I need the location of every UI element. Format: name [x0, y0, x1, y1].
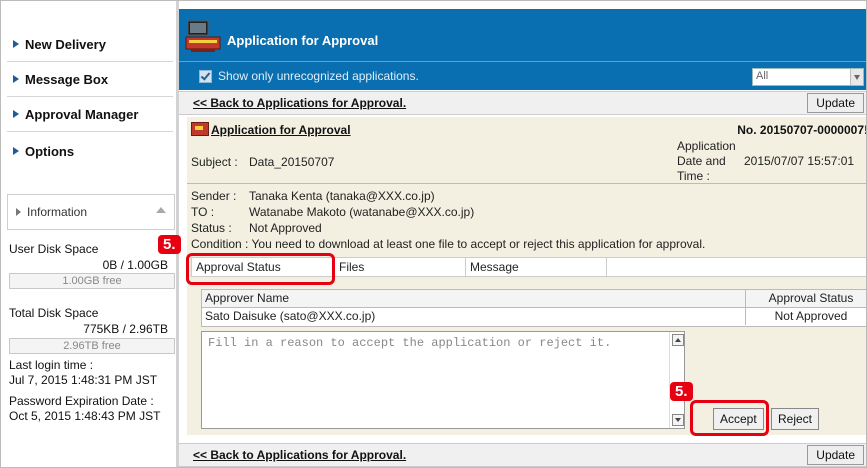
application-title-link[interactable]: Application for Approval	[211, 123, 351, 137]
scroll-down-icon[interactable]	[672, 414, 684, 426]
user-disk-label: User Disk Space	[9, 242, 99, 256]
total-disk-value: 775KB / 2.96TB	[83, 322, 168, 336]
approver-table: Approver Name Approval Status Sato Daisu…	[201, 289, 866, 327]
information-header[interactable]: Information	[7, 194, 175, 230]
page-header: Application for Approval	[179, 9, 866, 61]
total-disk-free-bar: 2.96TB free	[9, 338, 175, 354]
triangle-right-icon	[13, 147, 19, 155]
table-header-row: Approver Name Approval Status	[202, 290, 866, 308]
date-label-3: Time :	[677, 169, 710, 183]
sidebar-item-approval-manager[interactable]: Approval Manager	[7, 97, 173, 132]
sender-value: Tanaka Kenta (tanaka@XXX.co.jp)	[249, 189, 435, 203]
total-disk-label: Total Disk Space	[9, 306, 99, 320]
sidebar-item-label: Approval Manager	[25, 106, 139, 122]
update-button[interactable]: Update	[807, 445, 864, 465]
last-login-label: Last login time :	[9, 358, 94, 372]
triangle-right-icon	[13, 75, 19, 83]
sidebar-item-label: Options	[25, 143, 75, 159]
column-header-approver-name: Approver Name	[202, 290, 746, 307]
password-expiration-value: Oct 5, 2015 1:48:43 PM JST	[9, 409, 161, 423]
filter-select[interactable]: All	[752, 68, 864, 86]
collapse-up-icon[interactable]	[156, 207, 166, 213]
application-number: No. 20150707-0000007!	[737, 123, 867, 137]
update-button[interactable]: Update	[807, 93, 864, 113]
chevron-down-icon[interactable]	[850, 69, 863, 85]
to-label: TO :	[191, 205, 215, 219]
main-content: Application for Approval Show only unrec…	[179, 1, 867, 467]
condition-text: Condition : You need to download at leas…	[191, 237, 706, 251]
sidebar-item-new-delivery[interactable]: New Delivery	[7, 27, 173, 62]
unrecognized-only-label: Show only unrecognized applications.	[218, 69, 419, 83]
subject-value: Data_20150707	[249, 155, 335, 169]
back-to-applications-link[interactable]: << Back to Applications for Approval.	[193, 96, 406, 110]
sidebar-item-label: New Delivery	[25, 36, 106, 52]
sidebar-item-label: Message Box	[25, 71, 109, 87]
callout-highlight-approval-status	[186, 253, 335, 285]
to-value: Watanabe Makoto (watanabe@XXX.co.jp)	[249, 205, 475, 219]
date-label-1: Application	[677, 139, 736, 153]
application-icon	[191, 122, 209, 136]
filter-select-value: All	[756, 70, 769, 82]
last-login-value: Jul 7, 2015 1:48:31 PM JST	[9, 373, 158, 387]
scroll-up-icon[interactable]	[672, 334, 684, 346]
column-header-approval-status: Approval Status	[768, 291, 854, 305]
status-label: Status :	[191, 221, 232, 235]
approval-app-icon	[185, 20, 221, 52]
bottom-back-row: << Back to Applications for Approval. Up…	[179, 443, 866, 467]
triangle-right-icon	[13, 40, 19, 48]
sidebar: New Delivery Message Box Approval Manage…	[1, 1, 176, 467]
callout-label-step-5: 5.	[158, 235, 181, 254]
top-back-row: << Back to Applications for Approval. Up…	[179, 91, 866, 115]
app-frame: New Delivery Message Box Approval Manage…	[0, 0, 867, 468]
back-to-applications-link[interactable]: << Back to Applications for Approval.	[193, 448, 406, 462]
sender-label: Sender :	[191, 189, 237, 203]
unrecognized-only-checkbox[interactable]	[199, 70, 212, 83]
date-label-2: Date and	[677, 154, 726, 168]
triangle-right-icon	[16, 208, 21, 216]
application-date: 2015/07/07 15:57:01	[744, 154, 855, 168]
approver-name-cell: Sato Daisuke (sato@XXX.co.jp)	[202, 308, 746, 325]
textarea-scrollbar[interactable]	[669, 332, 684, 428]
approval-status-cell: Not Approved	[774, 309, 848, 323]
user-disk-value: 0B / 1.00GB	[102, 258, 168, 272]
sidebar-item-options[interactable]: Options	[7, 134, 173, 168]
reject-button[interactable]: Reject	[771, 408, 820, 430]
tab-message[interactable]: Message	[466, 258, 607, 276]
divider	[187, 183, 866, 184]
page-title: Application for Approval	[227, 33, 379, 48]
filter-row: Show only unrecognized applications. All	[179, 61, 866, 90]
subject-label: Subject :	[191, 155, 238, 169]
reason-placeholder: Fill in a reason to accept the applicati…	[208, 336, 612, 350]
triangle-right-icon	[13, 110, 19, 118]
callout-highlight-accept	[690, 400, 769, 436]
callout-label-step-5: 5.	[670, 382, 693, 401]
password-expiration-label: Password Expiration Date :	[9, 394, 154, 408]
status-value: Not Approved	[249, 221, 322, 235]
sidebar-item-message-box[interactable]: Message Box	[7, 62, 173, 97]
tab-files[interactable]: Files	[335, 258, 466, 276]
user-disk-free-bar: 1.00GB free	[9, 273, 175, 289]
table-row: Sato Daisuke (sato@XXX.co.jp) Not Approv…	[202, 308, 866, 325]
information-label: Information	[27, 205, 88, 219]
reason-textarea[interactable]: Fill in a reason to accept the applicati…	[201, 331, 685, 429]
